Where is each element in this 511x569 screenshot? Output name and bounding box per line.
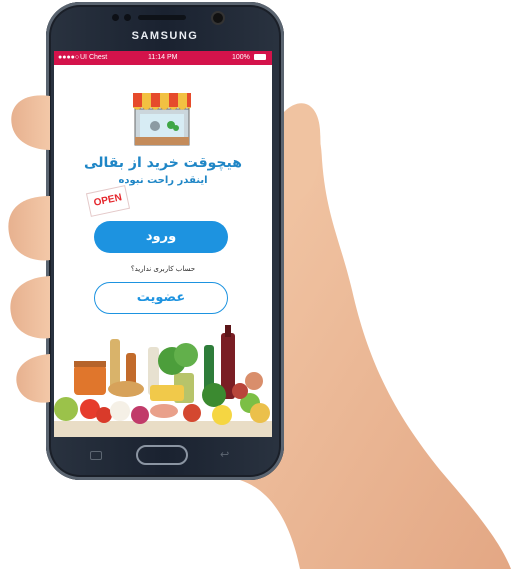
fingers-illustration xyxy=(8,95,50,403)
